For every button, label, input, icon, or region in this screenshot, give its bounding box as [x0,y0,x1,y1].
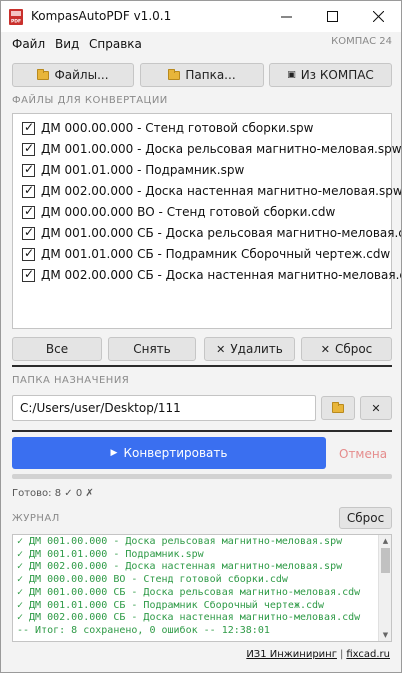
folder-icon [168,68,181,80]
file-checkbox[interactable] [22,204,35,219]
file-list-item[interactable]: ДМ 001.01.000 СБ - Подрамник Сборочный ч… [22,244,390,264]
file-checkbox[interactable] [22,225,35,240]
file-name: ДМ 000.00.000 ВО - Стенд готовой сборки.… [41,205,336,219]
menu-help[interactable]: Справка [89,37,142,51]
close-icon [372,11,384,22]
file-checkbox[interactable] [22,267,35,282]
reset-list-label: Сброс [334,342,373,356]
file-name: ДМ 001.01.000 СБ - Подрамник Сборочный ч… [41,247,391,261]
delete-button[interactable]: ✕ Удалить [204,337,295,361]
destination-path-input[interactable]: C:/Users/user/Desktop/111 [12,395,316,421]
convert-button[interactable]: ▶ Конвертировать [12,437,326,469]
svg-text:PDF: PDF [11,19,21,25]
file-name: ДМ 002.00.000 - Доска настенная магнитно… [41,184,402,198]
files-section-label: ФАЙЛЫ ДЛЯ КОНВЕРТАЦИИ [12,95,168,106]
check-all-button[interactable]: Все [12,337,102,361]
file-list-item[interactable]: ДМ 001.00.000 - Доска рельсовая магнитно… [22,139,402,159]
clear-journal-label: Сброс [346,511,385,525]
add-files-button[interactable]: Файлы... [12,63,134,87]
journal-log[interactable]: ▲ ▼ ✓ ДМ 001.00.000 - Доска рельсовая ма… [12,534,392,642]
convert-label: Конвертировать [123,446,228,460]
log-line: ✓ ДМ 001.00.000 - Доска рельсовая магнит… [17,536,343,547]
file-list[interactable]: ДМ 000.00.000 - Стенд готовой сборки.spw… [12,113,401,329]
file-list-item[interactable]: ДМ 001.01.000 - Подрамник.spw [22,160,244,180]
menu-view[interactable]: Вид [55,37,79,51]
clear-path-button[interactable]: ✕ [360,396,392,420]
from-kompas-label: Из КОМПАС [300,68,374,82]
add-folder-button[interactable]: Папка... [140,63,264,87]
kompas-version-label: КОМПАС 24 [331,36,392,47]
delete-label: Удалить [230,342,283,356]
log-line: ✓ ДМ 000.00.000 ВО - Стенд готовой сборк… [17,574,288,586]
footer: ИЗ1 Инжиниринг | fixcad.ru [246,649,390,660]
cancel-button[interactable]: Отмена [339,447,387,461]
scroll-down-icon[interactable]: ▼ [379,629,391,641]
section-divider [12,430,392,432]
log-scrollbar[interactable]: ▲ ▼ [378,535,391,641]
check-all-label: Все [45,342,69,356]
maximize-icon [326,11,338,22]
destination-section-label: ПАПКА НАЗНАЧЕНИЯ [12,375,130,386]
from-kompas-button[interactable]: ▣ Из КОМПАС [269,63,392,87]
file-name: ДМ 001.01.000 - Подрамник.spw [41,163,245,177]
log-summary-line: -- Итог: 8 сохранено, 0 ошибок -- 12:38:… [17,624,270,636]
file-checkbox[interactable] [22,183,35,198]
minimize-icon [280,16,292,18]
minimize-button[interactable] [263,1,309,32]
progress-bar [12,474,392,479]
add-files-label: Файлы... [54,68,109,82]
file-checkbox[interactable] [22,120,35,135]
log-line: ✓ ДМ 002.00.000 СБ - Доска настенная маг… [17,612,361,624]
file-list-item[interactable]: ДМ 001.00.000 СБ - Доска рельсовая магни… [22,223,402,243]
clear-journal-button[interactable]: Сброс [339,507,392,529]
file-name: ДМ 001.00.000 - Доска рельсовая магнитно… [41,142,402,156]
play-icon: ▶ [110,448,118,458]
uncheck-all-button[interactable]: Снять [108,337,196,361]
file-list-item[interactable]: ДМ 002.00.000 СБ - Доска настенная магни… [22,265,402,285]
pdf-app-icon: PDF [9,9,23,25]
log-line: ✓ ДМ 002.00.000 - Доска настенная магнит… [17,561,343,573]
scroll-up-icon[interactable]: ▲ [379,535,391,547]
window-title: KompasAutoPDF v1.0.1 [31,9,172,23]
reset-list-button[interactable]: ✕ Сброс [301,337,392,361]
section-divider [12,365,392,367]
file-name: ДМ 002.00.000 СБ - Доска настенная магни… [41,268,402,282]
add-folder-label: Папка... [185,68,236,82]
site-link[interactable]: fixcad.ru [346,649,390,660]
file-list-item[interactable]: ДМ 000.00.000 - Стенд готовой сборки.spw [22,118,313,138]
kompas-icon: ▣ [287,69,296,80]
scroll-thumb[interactable] [381,548,390,573]
status-text: Готово: 8 ✓ 0 ✗ [12,488,94,499]
x-icon: ✕ [320,342,330,356]
x-icon: ✕ [216,342,226,356]
title-bar[interactable]: PDF KompasAutoPDF v1.0.1 [1,1,401,32]
file-checkbox[interactable] [22,246,35,261]
uncheck-all-label: Снять [133,342,171,356]
menu-file[interactable]: Файл [12,37,45,51]
folder-icon [332,401,344,413]
log-line: ✓ ДМ 001.00.000 СБ - Доска рельсовая маг… [17,586,361,598]
log-line: ✓ ДМ 001.01.000 - Подрамник.spw [17,548,204,560]
folder-icon [37,68,50,80]
file-list-item[interactable]: ДМ 002.00.000 - Доска настенная магнитно… [22,181,402,201]
browse-folder-button[interactable] [321,396,355,420]
file-list-item[interactable]: ДМ 000.00.000 ВО - Стенд готовой сборки.… [22,202,335,222]
log-line: ✓ ДМ 001.01.000 СБ - Подрамник Сборочный… [17,599,325,611]
maximize-button[interactable] [309,1,355,32]
app-window: PDF KompasAutoPDF v1.0.1 Файл Вид Справк… [0,0,402,673]
company-link[interactable]: ИЗ1 Инжиниринг [246,649,337,660]
file-name: ДМ 000.00.000 - Стенд готовой сборки.spw [41,121,314,135]
x-icon: ✕ [371,401,381,415]
file-checkbox[interactable] [22,162,35,177]
menu-bar: Файл Вид Справка КОМПАС 24 [1,32,401,56]
journal-section-label: ЖУРНАЛ [12,513,60,524]
footer-separator: | [339,649,344,660]
file-checkbox[interactable] [22,141,35,156]
close-window-button[interactable] [355,1,401,32]
file-name: ДМ 001.00.000 СБ - Доска рельсовая магни… [41,226,402,240]
